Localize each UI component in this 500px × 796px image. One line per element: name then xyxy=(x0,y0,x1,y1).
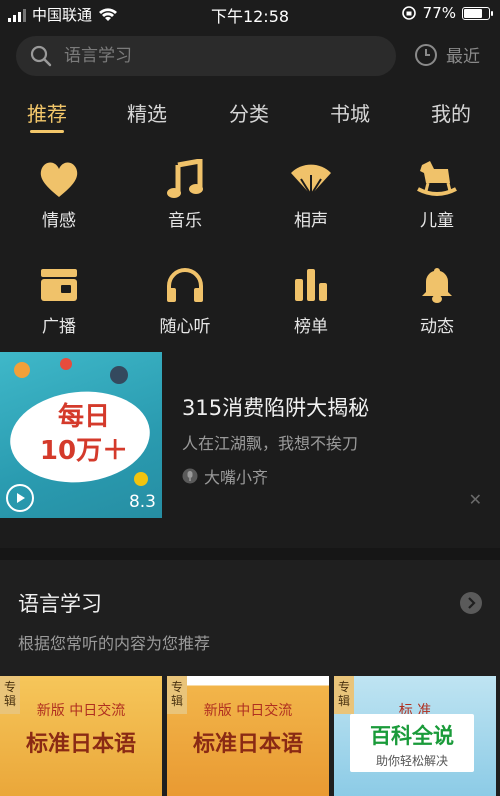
active-tab-indicator xyxy=(30,130,64,133)
book-title: 标准日本语 xyxy=(192,732,303,757)
play-button[interactable] xyxy=(6,484,34,512)
rating-score: 8.3 xyxy=(128,492,156,512)
section-description: 根据您常听的内容为您推荐 xyxy=(18,634,211,653)
book-title: 标准日本语 xyxy=(25,732,136,757)
main-tabs: 推荐 精选 分类 书城 我的 xyxy=(0,90,500,134)
rotation-lock-icon xyxy=(401,6,416,20)
category-music[interactable]: 音乐 xyxy=(140,156,230,231)
cover-text-line-1: 每日 xyxy=(57,402,110,432)
book-top-text: 新版 中日交流 xyxy=(36,703,126,719)
watermark-subtitle: 助你轻松解决 xyxy=(375,754,448,768)
category-label: 动态 xyxy=(420,317,454,337)
search-icon xyxy=(30,45,52,67)
category-crosstalk[interactable]: 相声 xyxy=(266,156,356,231)
clock-icon xyxy=(415,43,437,66)
category-label: 情感 xyxy=(42,211,76,231)
category-radio[interactable]: 广播 xyxy=(14,262,104,337)
watermark: 百科全说 助你轻松解决 xyxy=(350,714,474,772)
category-label: 音乐 xyxy=(168,211,202,231)
recent-label: 最近 xyxy=(446,47,480,67)
status-right: 77% xyxy=(401,4,493,22)
cover-decoration xyxy=(110,366,128,384)
tab-mine[interactable]: 我的 xyxy=(411,98,491,127)
category-emotion[interactable]: 情感 xyxy=(14,156,104,231)
search-input[interactable] xyxy=(64,46,344,66)
tab-bookstore[interactable]: 书城 xyxy=(310,98,390,127)
category-updates[interactable]: 动态 xyxy=(392,262,482,337)
category-label: 榜单 xyxy=(294,317,328,337)
close-icon[interactable]: ✕ xyxy=(469,490,482,509)
category-label: 相声 xyxy=(294,211,328,231)
battery-fill xyxy=(464,8,483,18)
category-shuffle-listen[interactable]: 随心听 xyxy=(140,262,230,337)
tab-featured[interactable]: 精选 xyxy=(107,98,187,127)
search-bar[interactable] xyxy=(16,36,396,76)
heart-icon xyxy=(36,156,82,202)
cover-text: 每日 10万＋ xyxy=(24,400,144,468)
category-label: 广播 xyxy=(42,317,76,337)
tab-recommend[interactable]: 推荐 xyxy=(7,98,87,127)
category-label: 随心听 xyxy=(159,317,211,337)
headphones-icon xyxy=(162,262,208,308)
bar-chart-icon xyxy=(288,262,334,308)
radio-icon xyxy=(36,262,82,308)
bell-icon xyxy=(414,262,460,308)
album-title[interactable]: 315消费陷阱大揭秘 xyxy=(182,392,369,422)
rocking-horse-icon xyxy=(414,156,460,202)
album-cover[interactable]: 每日 10万＋ 8.3 xyxy=(0,352,162,518)
section-divider xyxy=(0,548,500,560)
book-item[interactable]: 专辑 新版 中日交流 标准日本语 xyxy=(167,676,329,796)
book-top-text: 新版 中日交流 xyxy=(203,703,293,719)
cover-decoration xyxy=(134,472,148,486)
category-label: 儿童 xyxy=(420,211,454,231)
cover-decoration xyxy=(60,358,72,370)
featured-album-card[interactable]: 每日 10万＋ 8.3 315消费陷阱大揭秘 人在江湖飘，我想不挨刀 大嘴小齐 … xyxy=(0,352,500,522)
category-rankings[interactable]: 榜单 xyxy=(266,262,356,337)
cover-decoration xyxy=(14,362,30,378)
category-grid: 情感 音乐 相声 儿童 广播 随心听 榜单 动态 xyxy=(0,148,500,348)
author-name: 大嘴小齐 xyxy=(204,468,269,487)
section-title[interactable]: 语言学习 xyxy=(18,588,102,618)
category-children[interactable]: 儿童 xyxy=(392,156,482,231)
status-bar: 中国联通 下午12:58 77% xyxy=(0,0,500,28)
book-item[interactable]: 专辑 新版 中日交流 标准日本语 xyxy=(0,676,162,796)
anchor-icon xyxy=(182,468,198,484)
music-note-icon xyxy=(162,156,208,202)
recent-button[interactable]: 最近 xyxy=(414,42,480,67)
fan-icon xyxy=(288,156,334,202)
album-subtitle: 人在江湖飘，我想不挨刀 xyxy=(182,434,359,453)
battery-percent: 77% xyxy=(422,4,456,22)
chevron-right-icon xyxy=(468,597,476,609)
cover-text-line-2: 10万＋ xyxy=(39,436,129,466)
tab-category[interactable]: 分类 xyxy=(209,98,289,127)
battery-icon xyxy=(462,6,493,20)
watermark-title: 百科全说 xyxy=(370,724,454,748)
album-author[interactable]: 大嘴小齐 xyxy=(182,464,268,488)
more-button[interactable] xyxy=(460,592,482,614)
play-icon xyxy=(17,493,25,503)
